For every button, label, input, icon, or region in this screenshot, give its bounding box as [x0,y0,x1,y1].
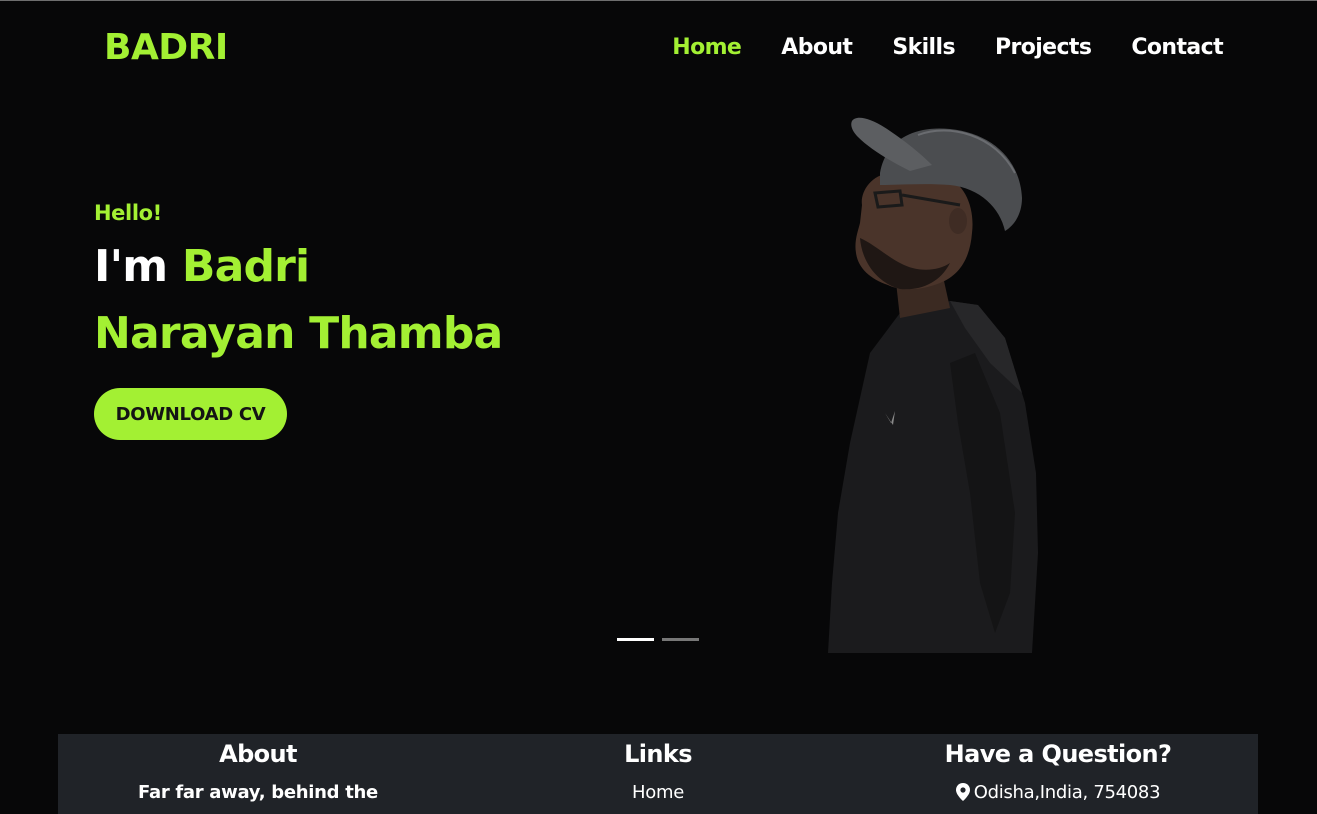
footer-contact-title: Have a Question? [944,740,1172,768]
footer: About Far far away, behind the Links Hom… [58,734,1258,814]
download-cv-button[interactable]: DOWNLOAD CV [94,388,287,440]
nav-projects[interactable]: Projects [995,35,1092,60]
hero-text: Hello! I'm Badri Narayan Thamba [94,201,503,367]
hero-intro: I'm [94,241,168,292]
hero-name-first: Badri [181,241,310,292]
nav-home[interactable]: Home [672,35,742,60]
carousel-indicators [617,638,699,641]
carousel-indicator-1[interactable] [617,638,654,641]
nav-about[interactable]: About [781,35,853,60]
nav-skills[interactable]: Skills [892,35,955,60]
carousel-indicator-2[interactable] [662,638,699,641]
map-pin-icon [955,783,970,801]
hero-name-rest: Narayan Thamba [94,308,503,359]
main-nav: Home About Skills Projects Contact [672,35,1223,60]
footer-contact: Have a Question? Odisha,India, 754083 [858,734,1258,803]
footer-links-title: Links [624,740,692,768]
footer-links: Links Home [458,734,858,803]
footer-about: About Far far away, behind the [58,734,458,803]
hero-greeting: Hello! [94,201,162,225]
hero-headline: I'm Badri Narayan Thamba [94,233,503,367]
navbar: BADRI Home About Skills Projects Contact [0,1,1317,101]
profile-photo [828,117,1038,653]
footer-about-title: About [219,740,297,768]
brand-logo[interactable]: BADRI [104,27,228,68]
nav-contact[interactable]: Contact [1131,35,1223,60]
